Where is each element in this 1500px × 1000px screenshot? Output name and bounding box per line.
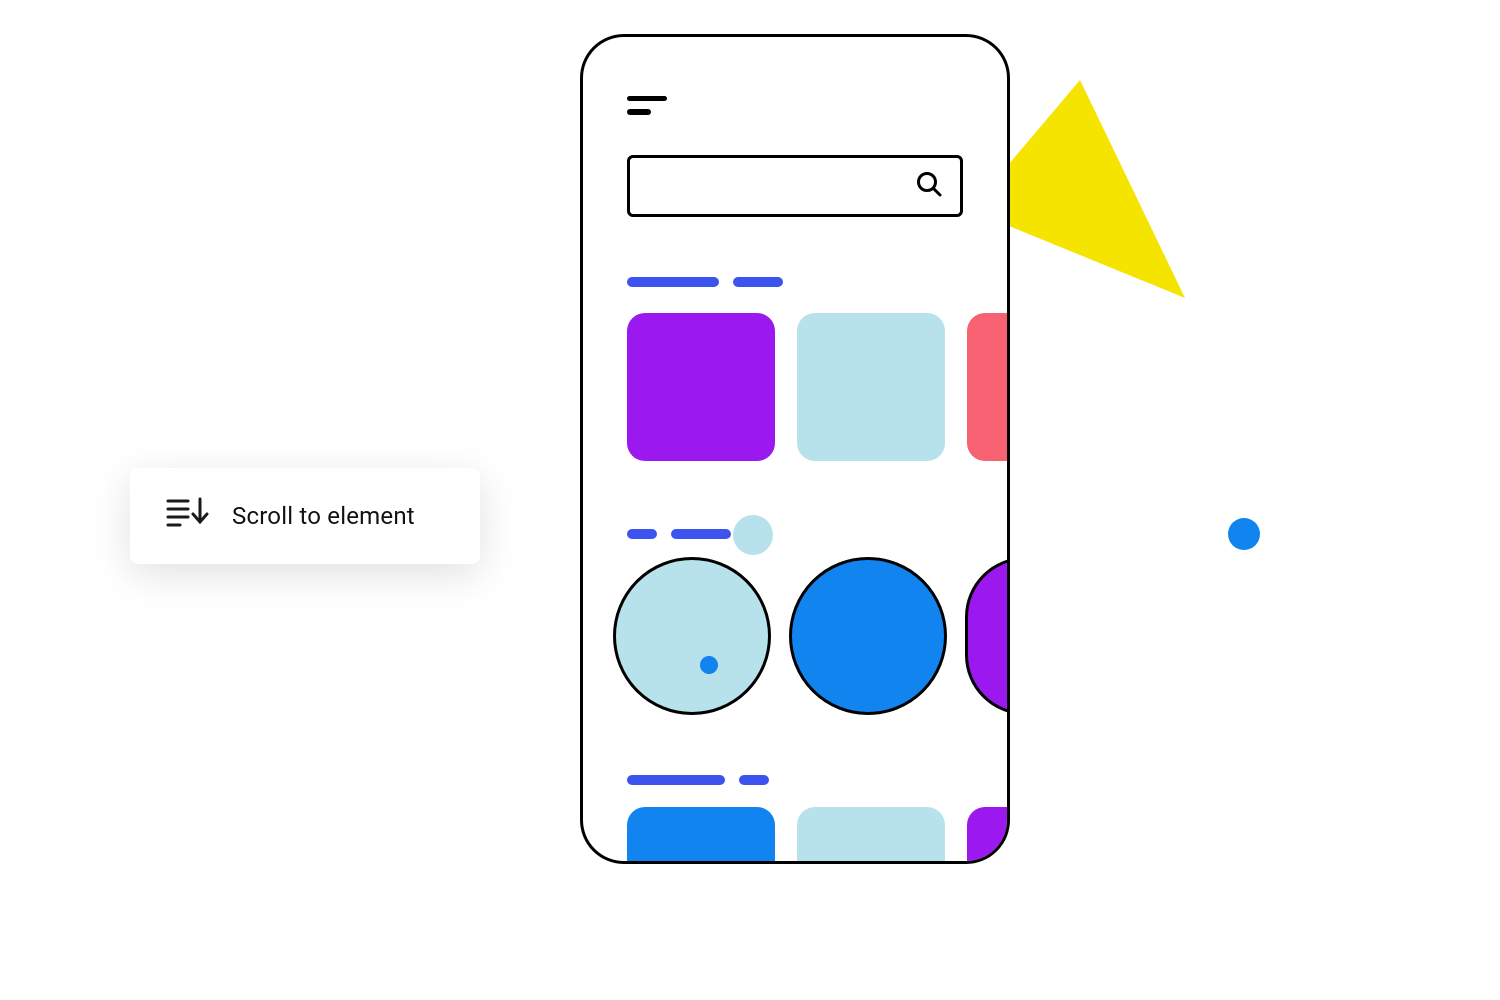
search-icon [916, 171, 942, 201]
section-1-heading [627, 277, 783, 287]
section-3-row[interactable] [627, 807, 1010, 864]
card-item[interactable] [797, 313, 945, 461]
circle-item[interactable] [965, 557, 1010, 715]
scroll-to-element-icon [166, 497, 210, 535]
section-2-row[interactable] [613, 557, 1010, 715]
section-2-heading [627, 529, 731, 539]
card-item[interactable] [967, 807, 1010, 864]
card-item[interactable] [797, 807, 945, 864]
card-item[interactable] [627, 807, 775, 864]
section-3-heading [627, 775, 769, 785]
section-2-accent-dot [733, 515, 773, 555]
decoration-dot-blue [1228, 518, 1260, 550]
menu-icon[interactable] [627, 93, 667, 117]
circle-item[interactable] [613, 557, 771, 715]
scroll-to-element-label: Scroll to element [232, 502, 415, 530]
circle-item[interactable] [789, 557, 947, 715]
card-item[interactable] [627, 313, 775, 461]
search-input[interactable] [627, 155, 963, 217]
scroll-to-element-card[interactable]: Scroll to element [130, 468, 480, 564]
section-1-row[interactable] [627, 313, 1010, 461]
card-item[interactable] [967, 313, 1010, 461]
phone-frame [580, 34, 1010, 864]
